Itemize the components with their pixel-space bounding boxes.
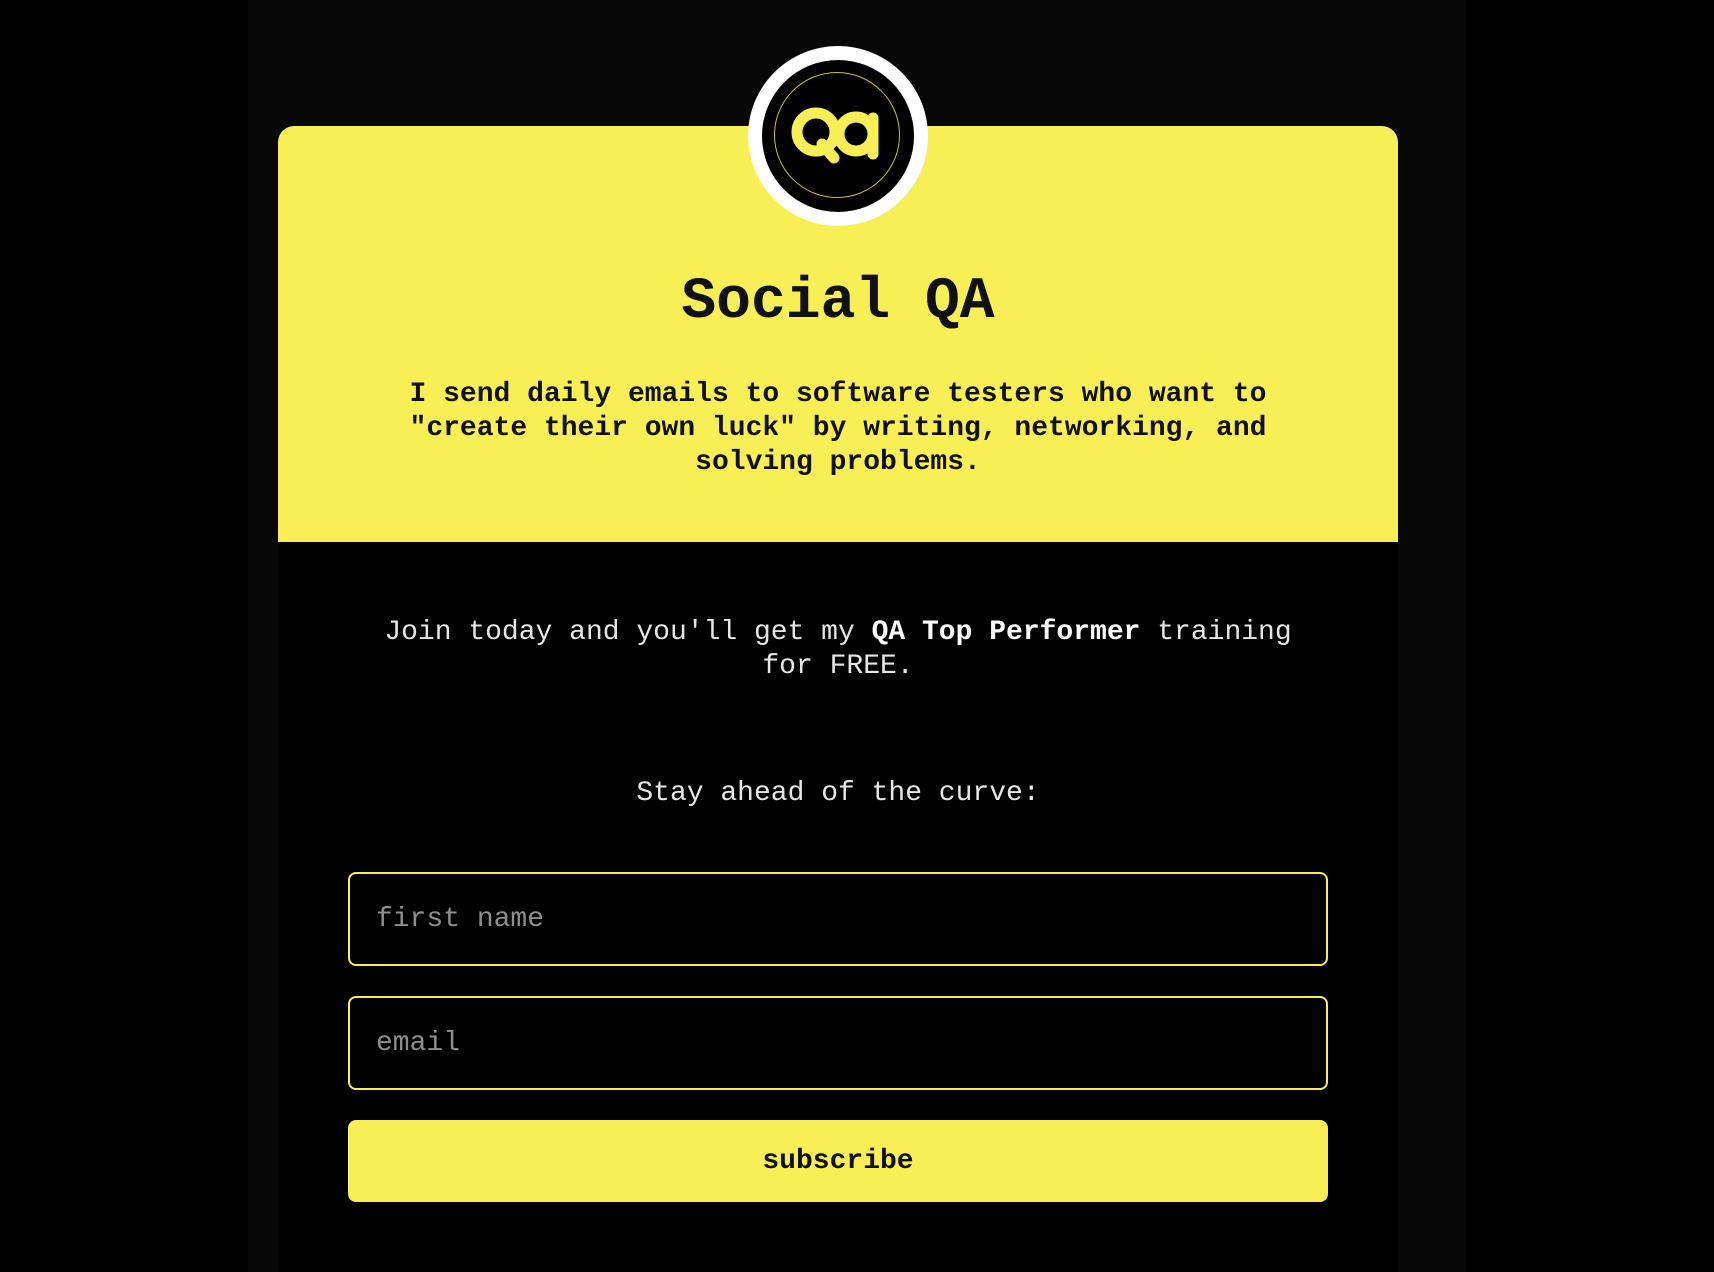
page-title: Social QA: [681, 270, 995, 335]
email-input[interactable]: [348, 996, 1328, 1090]
first-name-input[interactable]: [348, 872, 1328, 966]
form-heading: Stay ahead of the curve:: [636, 778, 1040, 809]
logo-inner-circle: [762, 60, 914, 212]
promo-prefix: Join today and you'll get my: [384, 617, 872, 648]
subscribe-button[interactable]: subscribe: [348, 1120, 1328, 1202]
signup-card: Social QA I send daily emails to softwar…: [278, 126, 1398, 1272]
qa-logo-icon: [791, 107, 879, 164]
logo-badge: [748, 46, 928, 226]
promo-highlight: QA Top Performer: [871, 617, 1141, 648]
promo-text: Join today and you'll get my QA Top Perf…: [378, 616, 1298, 684]
page-subtitle: I send daily emails to software testers …: [409, 379, 1267, 478]
